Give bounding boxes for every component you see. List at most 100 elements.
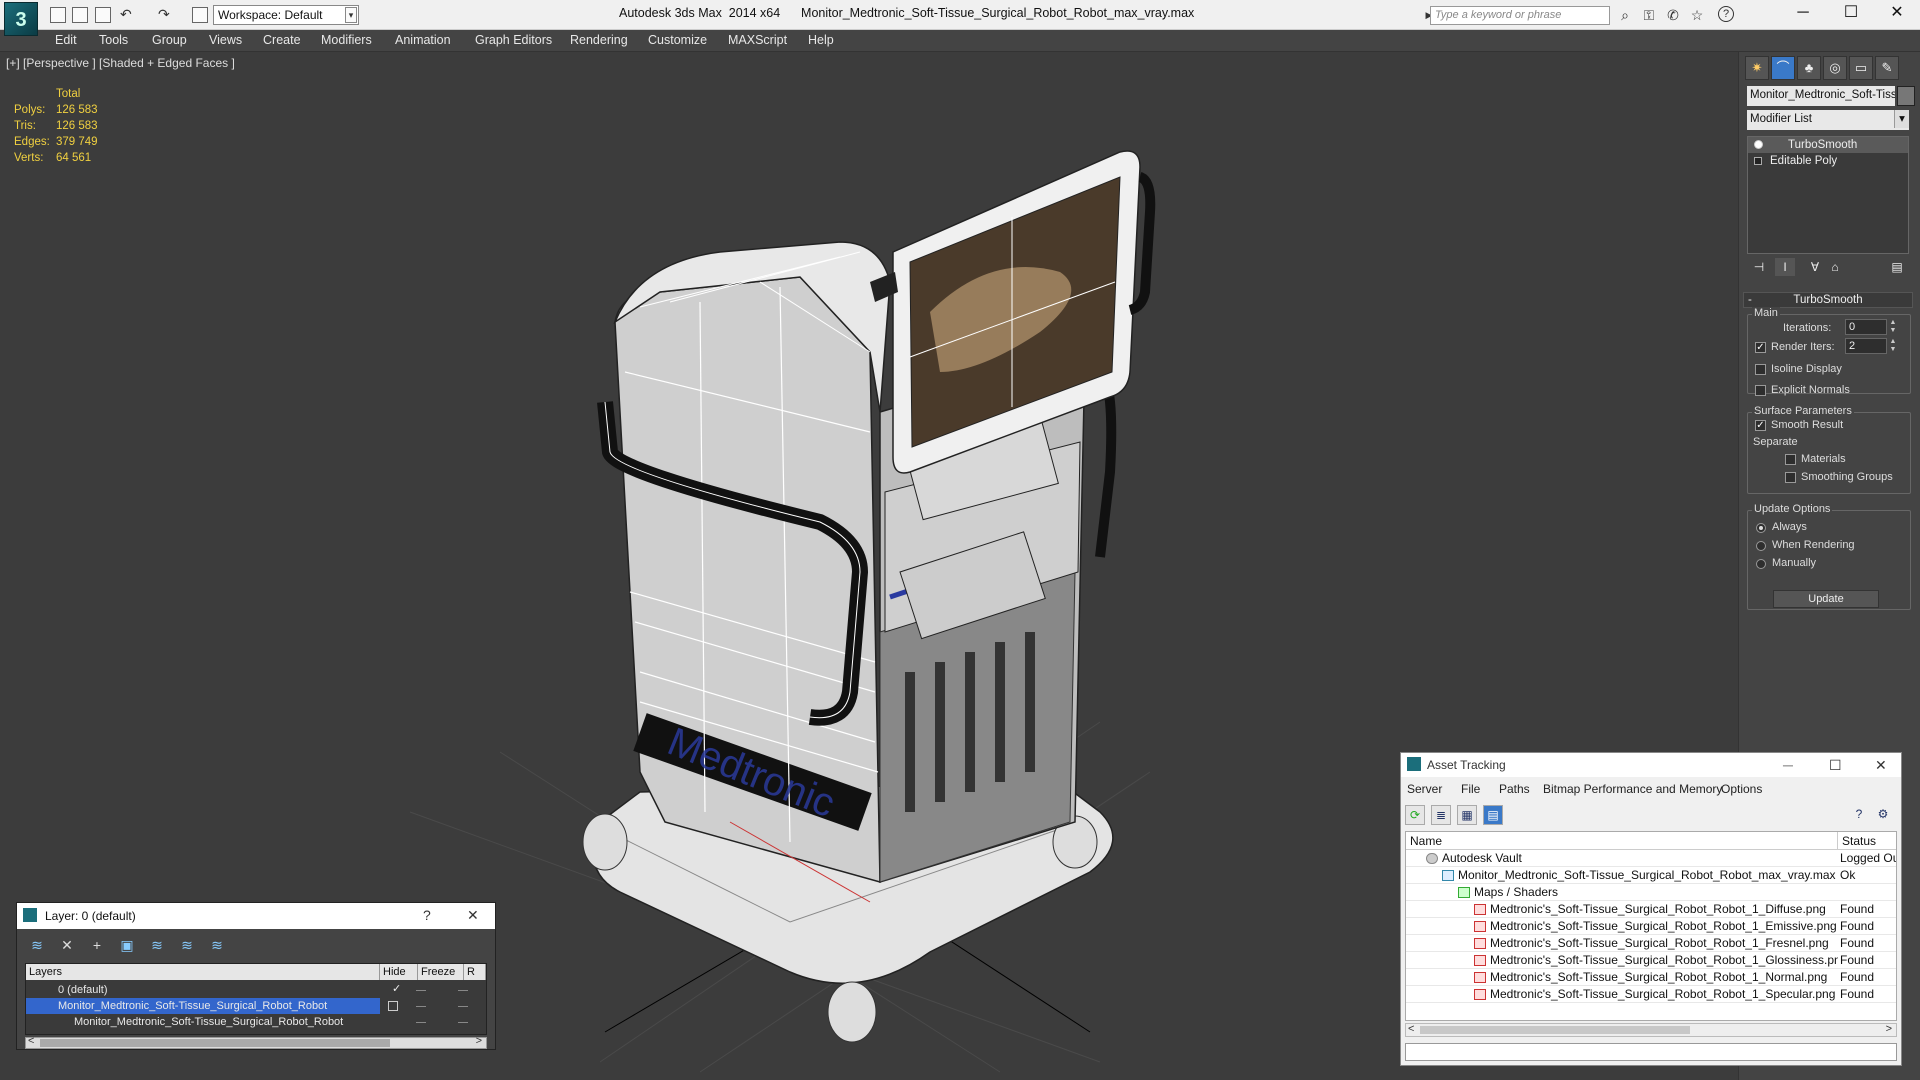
add-to-layer-icon[interactable]: + (87, 935, 107, 955)
search-input[interactable]: Type a keyword or phrase (1430, 6, 1610, 25)
materials-checkbox[interactable] (1785, 454, 1796, 465)
table-view-icon[interactable]: ▤ (1483, 805, 1503, 825)
always-radio[interactable] (1756, 523, 1766, 533)
asset-row-maps[interactable]: Maps / Shaders (1406, 884, 1896, 901)
asset-menu-file[interactable]: File (1461, 782, 1480, 796)
make-unique-icon[interactable]: ∀ (1805, 258, 1825, 276)
modify-tab-icon[interactable]: ⌒ (1771, 56, 1795, 80)
menu-views[interactable]: Views (209, 33, 242, 47)
favorites-star-icon[interactable]: ☆ (1688, 6, 1706, 24)
workspace-select[interactable]: Workspace: Default (213, 5, 359, 25)
asset-row-diffuse[interactable]: Medtronic's_Soft-Tissue_Surgical_Robot_R… (1406, 901, 1896, 918)
asset-path-field[interactable] (1405, 1043, 1897, 1061)
workspace-dropdown-icon[interactable]: ▾ (345, 7, 357, 23)
motion-tab-icon[interactable]: ◎ (1823, 56, 1847, 80)
scrollbar-thumb[interactable] (40, 1039, 390, 1047)
binoculars-icon[interactable]: ⌕ (1616, 6, 1634, 24)
asset-dialog-titlebar[interactable]: Asset Tracking ─ ☐ ✕ (1401, 753, 1901, 777)
collapse-icon[interactable]: - (1748, 293, 1752, 307)
menu-modifiers[interactable]: Modifiers (321, 33, 372, 47)
asset-horizontal-scrollbar[interactable]: < > (1405, 1023, 1897, 1037)
render-column-header[interactable]: R (464, 964, 486, 980)
active-layer-check-icon[interactable]: ✓ (392, 982, 401, 995)
asset-row-normal[interactable]: Medtronic's_Soft-Tissue_Surgical_Robot_R… (1406, 969, 1896, 986)
asset-menu-server[interactable]: Server (1407, 782, 1442, 796)
freeze-column-header[interactable]: Freeze (418, 964, 464, 980)
configure-modifier-sets-icon[interactable]: ▤ (1887, 258, 1907, 276)
menu-tools[interactable]: Tools (99, 33, 128, 47)
asset-row-specular[interactable]: Medtronic's_Soft-Tissue_Surgical_Robot_R… (1406, 986, 1896, 1003)
expand-box-icon[interactable] (1754, 157, 1762, 165)
render-iters-checkbox[interactable]: ✓ (1755, 342, 1766, 353)
object-name-field[interactable]: Monitor_Medtronic_Soft-Tissue (1747, 86, 1895, 106)
menu-edit[interactable]: Edit (55, 33, 77, 47)
asset-minimize-button[interactable]: ─ (1783, 757, 1793, 773)
object-color-swatch[interactable] (1897, 86, 1915, 106)
isoline-display-checkbox[interactable] (1755, 364, 1766, 375)
iterations-spin-arrows-icon[interactable]: ▲ ▼ (1889, 319, 1897, 335)
layer-help-button[interactable]: ? (423, 907, 431, 923)
new-file-icon[interactable] (50, 7, 66, 23)
highlight-layer-icon[interactable]: ≋ (147, 935, 167, 955)
modifier-toggle-icon[interactable] (1754, 140, 1763, 149)
scroll-left-icon[interactable]: < (1408, 1023, 1414, 1035)
scrollbar-thumb[interactable] (1420, 1026, 1690, 1034)
redo-icon[interactable]: ↷ (158, 7, 174, 23)
help-icon[interactable]: ? (1718, 6, 1734, 22)
asset-row-emissive[interactable]: Medtronic's_Soft-Tissue_Surgical_Robot_R… (1406, 918, 1896, 935)
smoothing-groups-checkbox[interactable] (1785, 472, 1796, 483)
window-minimize-button[interactable]: ─ (1780, 0, 1826, 28)
explicit-normals-checkbox[interactable] (1755, 385, 1766, 396)
delete-layer-icon[interactable]: ✕ (57, 935, 77, 955)
modifier-list-dropdown[interactable]: Modifier List (1747, 110, 1909, 130)
asset-maximize-button[interactable]: ☐ (1829, 757, 1842, 774)
window-maximize-button[interactable]: ☐ (1828, 0, 1874, 28)
asset-row-vault[interactable]: Autodesk Vault Logged Ou (1406, 850, 1896, 867)
asset-row-maxfile[interactable]: Monitor_Medtronic_Soft-Tissue_Surgical_R… (1406, 867, 1896, 884)
layer-close-button[interactable]: ✕ (467, 907, 479, 924)
scroll-right-icon[interactable]: > (476, 1035, 482, 1047)
remove-modifier-icon[interactable]: ⌂ (1825, 258, 1845, 276)
create-tab-icon[interactable]: ✷ (1745, 56, 1769, 80)
turbosmooth-rollout-header[interactable]: - TurboSmooth (1743, 292, 1913, 308)
hide-column-header[interactable]: Hide (380, 964, 418, 980)
asset-menu-bitmap-performance[interactable]: Bitmap Performance and Memory (1543, 782, 1722, 796)
menu-customize[interactable]: Customize (648, 33, 707, 47)
list-view-icon[interactable]: ≣ (1431, 805, 1451, 825)
stack-item-editable-poly[interactable]: Editable Poly (1748, 153, 1908, 169)
asset-settings-icon[interactable]: ⚙ (1873, 805, 1893, 825)
communication-center-icon[interactable]: ✆ (1664, 6, 1682, 24)
layer-row-monitor[interactable]: Monitor_Medtronic_Soft-Tissue_Surgical_R… (26, 998, 380, 1014)
utilities-tab-icon[interactable]: ✎ (1875, 56, 1899, 80)
name-column-header[interactable]: Name (1406, 832, 1838, 850)
menu-help[interactable]: Help (808, 33, 834, 47)
asset-help-icon[interactable]: ? (1849, 805, 1869, 825)
asset-close-button[interactable]: ✕ (1875, 757, 1887, 774)
menu-group[interactable]: Group (152, 33, 187, 47)
menu-graph-editors[interactable]: Graph Editors (475, 33, 552, 47)
project-folder-icon[interactable] (192, 7, 208, 23)
window-close-button[interactable]: ✕ (1874, 0, 1920, 28)
asset-menu-paths[interactable]: Paths (1499, 782, 1530, 796)
undo-icon[interactable]: ↶ (120, 7, 136, 23)
asset-menu-options[interactable]: Options (1721, 782, 1762, 796)
display-tab-icon[interactable]: ▭ (1849, 56, 1873, 80)
asset-row-fresnel[interactable]: Medtronic's_Soft-Tissue_Surgical_Robot_R… (1406, 935, 1896, 952)
hide-all-layers-icon[interactable]: ≋ (177, 935, 197, 955)
show-end-result-icon[interactable]: I (1775, 258, 1795, 276)
layer-row-default[interactable]: 0 (default) (26, 982, 380, 998)
menu-maxscript[interactable]: MAXScript (728, 33, 787, 47)
smooth-result-checkbox[interactable]: ✓ (1755, 420, 1766, 431)
update-button[interactable]: Update (1773, 590, 1879, 608)
menu-create[interactable]: Create (263, 33, 301, 47)
set-current-layer-icon[interactable] (388, 1001, 398, 1011)
thumbnail-view-icon[interactable]: ▦ (1457, 805, 1477, 825)
stack-item-turbosmooth[interactable]: TurboSmooth (1748, 137, 1908, 153)
select-objects-icon[interactable]: ▣ (117, 935, 137, 955)
open-file-icon[interactable] (72, 7, 88, 23)
pin-stack-icon[interactable]: ⊣ (1749, 258, 1769, 276)
layers-column-header[interactable]: Layers (26, 964, 380, 980)
iterations-spinner[interactable]: 0 (1845, 319, 1887, 335)
render-iters-spin-arrows-icon[interactable]: ▲ ▼ (1889, 338, 1897, 354)
manually-radio[interactable] (1756, 559, 1766, 569)
